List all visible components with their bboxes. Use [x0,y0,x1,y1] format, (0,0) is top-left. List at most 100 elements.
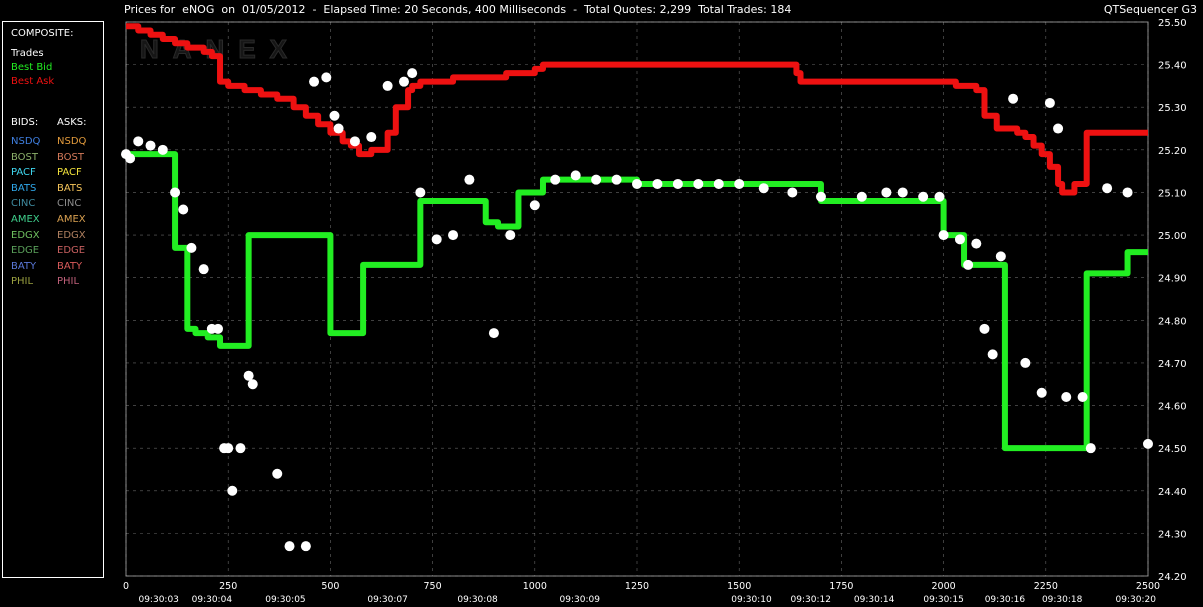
trade-point [349,136,360,147]
trade-point [934,191,945,202]
trade-point [611,174,622,185]
time-label: 09:30:08 [457,595,498,605]
y-tick-label: 24.70 [1158,359,1187,370]
trade-point [1044,97,1055,108]
trade-point [897,187,908,198]
trade-point [938,230,949,241]
trade-point [856,191,867,202]
trade-point [223,443,234,454]
trade-point [693,178,704,189]
y-tick-label: 25.10 [1158,188,1187,199]
trade-point [145,140,156,151]
y-tick-label: 25.50 [1158,18,1187,29]
x-tick-label: 250 [219,581,237,592]
x-tick-label: 2000 [932,581,956,592]
trade-point [300,541,311,552]
x-tick-label: 1750 [829,581,853,592]
trade-point [971,238,982,249]
y-tick-label: 25.00 [1158,231,1187,242]
time-label: 09:30:05 [265,595,305,605]
trade-point [1053,123,1064,134]
price-chart: NANEX 25.5025.4025.3025.2025.1025.0024.9… [121,18,1187,605]
trade-point [247,379,258,390]
trade-point [652,178,663,189]
time-label: 09:30:16 [985,595,1026,605]
trade-point [881,187,892,198]
time-label: 09:30:07 [367,595,407,605]
trade-point [333,123,344,134]
trade-point [284,541,295,552]
time-label: 09:30:10 [731,595,772,605]
time-label: 09:30:18 [1042,595,1083,605]
trade-point [133,136,144,147]
trade-point [1008,93,1019,104]
trade-point [570,170,581,181]
trade-point [235,443,246,454]
trade-point [407,68,418,79]
time-label: 09:30:20 [1116,595,1157,605]
y-tick-label: 24.50 [1158,444,1187,455]
time-label: 09:30:15 [923,595,963,605]
time-label: 09:30:12 [791,595,831,605]
y-tick-label: 24.40 [1158,487,1187,498]
trade-point [1122,187,1133,198]
trade-point [178,204,189,215]
trade-point [995,251,1006,262]
trade-point [431,234,442,245]
y-tick-label: 24.80 [1158,316,1187,327]
trade-point [1077,392,1088,403]
y-tick-label: 24.20 [1158,572,1187,583]
time-label: 09:30:03 [138,595,178,605]
y-tick-label: 24.90 [1158,274,1187,285]
x-tick-label: 2500 [1136,581,1160,592]
trade-point [591,174,602,185]
trade-point [170,187,181,198]
trade-point [415,187,426,198]
y-tick-label: 25.30 [1158,103,1187,114]
trade-point [1102,183,1113,194]
time-label: 09:30:14 [854,595,895,605]
trade-point [979,323,990,334]
x-tick-label: 0 [123,581,129,592]
axis-layer: 25.50 25.40 25.30 25.20 25.10 25.00 24.90 24.80… [123,18,1187,605]
x-tick-label: 750 [424,581,442,592]
trade-point [272,468,283,479]
x-tick-label: 500 [321,581,339,592]
time-label: 09:30:09 [560,595,601,605]
trade-point [1085,443,1096,454]
trade-point [1020,357,1031,368]
x-tick-label: 1000 [523,581,547,592]
trade-point [329,110,340,121]
trade-point [1036,387,1047,398]
x-tick-label: 1500 [727,581,751,592]
y-tick-label: 24.60 [1158,402,1187,413]
y-tick-label: 24.30 [1158,529,1187,540]
time-label: 09:30:04 [192,595,233,605]
trade-point [1061,392,1072,403]
trade-point [918,191,929,202]
x-tick-label: 1250 [625,581,649,592]
trade-point [464,174,475,185]
trade-point [529,200,540,211]
trade-point [125,153,136,164]
y-tick-label: 25.40 [1158,61,1187,72]
trade-point [713,178,724,189]
trade-point [987,349,998,360]
trade-point [366,132,377,143]
trade-point [382,80,393,91]
trade-point [1143,438,1153,449]
trade-point [550,174,561,185]
trade-point [787,187,798,198]
trade-point [758,183,769,194]
trade-point [488,328,499,339]
trade-point [734,178,745,189]
trade-point [227,485,238,496]
trade-point [672,178,683,189]
trade-point [198,264,209,275]
trade-point [954,234,965,245]
trade-point [243,370,254,381]
trade-point [448,230,459,241]
trade-point [815,191,826,202]
trade-point [212,323,223,334]
trade-point [321,72,332,83]
